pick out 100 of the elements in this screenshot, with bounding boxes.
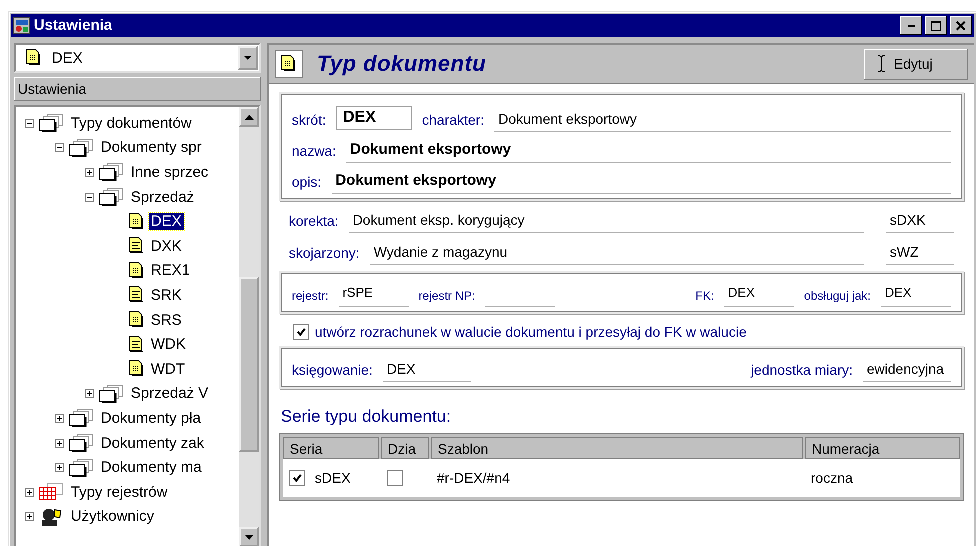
scroll-up-button[interactable] [239,107,259,127]
checkbox[interactable] [293,324,309,340]
tree-item[interactable]: Dokumenty spr [99,139,204,156]
expand-icon[interactable] [55,414,64,423]
tree-item[interactable]: Dokumenty zak [99,434,206,452]
field-label: rejestr: [292,289,329,305]
column-header[interactable]: Dzia [381,437,429,459]
table-cell: sDEX [315,470,351,486]
value-field[interactable]: DEX [881,285,951,307]
folder-stack-icon [99,163,125,182]
field-label: charakter: [422,112,484,130]
caret-icon [244,56,252,60]
expand-icon[interactable] [25,512,34,522]
tree-item[interactable]: SRK [149,286,184,304]
tree-item[interactable]: Sprzedaż V [129,385,211,402]
column-header[interactable]: Numeracja [805,437,960,459]
expand-icon[interactable] [25,488,34,497]
folder-stack-icon [69,409,95,428]
tree-item[interactable]: DXK [149,238,184,255]
value-field[interactable]: DEX [724,285,794,307]
edit-button[interactable]: Edytuj [864,48,968,80]
field-label: jednostka miary: [751,362,853,380]
expand-icon[interactable] [85,168,94,177]
checkbox[interactable] [387,470,403,486]
tree-item[interactable]: Dokumenty pła [99,410,204,427]
section-title: Serie typu dokumentu: [280,406,452,428]
collapse-icon[interactable] [25,118,34,128]
value-field[interactable]: ewidencyjna [863,361,951,382]
checkmark-icon [292,474,302,482]
expand-icon[interactable] [55,438,64,448]
maximize-icon [931,20,941,30]
minimize-icon [908,24,914,26]
tree-item[interactable]: DEX [149,213,184,230]
column-header[interactable]: Seria [283,437,379,459]
document-icon [129,262,145,280]
close-button[interactable] [950,16,972,35]
document-icon [129,286,145,304]
window-title: Ustawienia [34,17,112,34]
code-field[interactable]: sDXK [886,212,954,233]
column-header[interactable]: Szablon [431,437,803,459]
scroll-down-button[interactable] [239,527,259,546]
scroll-thumb[interactable] [239,277,259,452]
field-label: skrót: [292,112,326,130]
document-icon [129,336,145,354]
table-icon [39,483,65,502]
folder-stack-icon [69,138,95,157]
collapse-icon[interactable] [55,143,64,152]
folder-stack-icon [69,458,95,477]
expand-icon[interactable] [55,463,64,472]
field-label: skojarzony: [289,245,360,263]
value-field[interactable]: DEX [382,361,471,382]
tree-item[interactable]: Typy rejestrów [69,484,170,501]
field-label: FK: [696,289,714,305]
vertical-scrollbar[interactable] [239,107,259,546]
document-icon [129,237,145,256]
value-field[interactable]: rSPE [338,285,409,307]
app-icon [13,16,31,34]
table-cell-text: #r-DEX/#n4 [436,470,512,486]
field-label: obsługuj jak: [804,289,871,305]
tree-item[interactable]: Inne sprzec [129,164,211,181]
document-icon [281,55,297,73]
tree-item[interactable]: Sprzedaż [129,188,196,206]
checkbox[interactable] [289,470,305,486]
value-field[interactable]: Dokument eksportowy [346,141,951,163]
field-label: korekta: [289,213,339,231]
dropdown-button[interactable] [238,46,258,70]
folder-stack-icon [99,188,125,206]
field-label: opis: [292,174,322,192]
tree-header: Ustawienia [14,77,261,101]
tree-item[interactable]: WDT [149,360,188,378]
value-field[interactable]: Dokument eksp. korygujący [348,212,864,233]
document-icon [129,360,145,378]
tree-item[interactable]: Dokumenty ma [99,459,204,476]
code-field[interactable]: DEX [336,106,412,130]
value-field[interactable]: Dokument eksportowy [332,172,951,194]
folder-stack-icon [39,114,65,132]
minimize-button[interactable] [900,16,922,35]
code-field[interactable]: sWZ [886,244,954,265]
checkmark-icon [296,328,306,336]
tree-item[interactable]: REX1 [149,262,192,280]
document-icon [129,212,145,231]
document-type-dropdown[interactable]: DEX [14,43,261,73]
tree-item[interactable]: WDK [149,336,188,354]
field-label: księgowanie: [292,362,373,380]
down-arrow-icon [244,534,254,540]
tree-item[interactable]: Typy dokumentów [69,114,194,132]
expand-icon[interactable] [85,389,94,398]
collapse-icon[interactable] [85,192,94,202]
panel-title: Typ dokumentu [317,51,486,77]
tree-item[interactable]: SRS [149,312,184,329]
value-field[interactable]: Wydanie z magazynu [370,244,864,265]
field-label: rejestr NP: [418,289,476,305]
maximize-button[interactable] [925,16,947,35]
checkbox-label: utwórz rozrachunek w walucie dokumentu i przesyłaj do FK w walucie [315,324,747,340]
folder-stack-icon [69,434,95,452]
text-cursor-icon [877,55,886,73]
folder-stack-icon [99,384,125,403]
document-icon [26,49,42,67]
value-field[interactable]: Dokument eksportowy [494,111,951,132]
tree-item[interactable]: Użytkownicy [69,508,156,526]
